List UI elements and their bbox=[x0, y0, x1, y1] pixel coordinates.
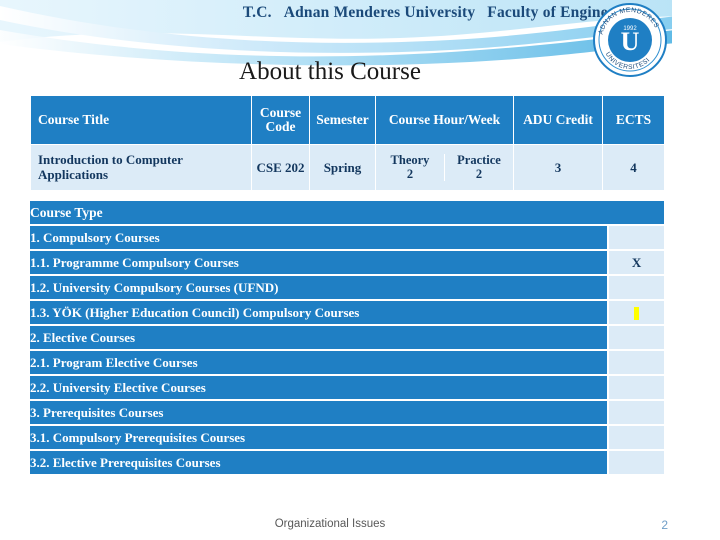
page-number: 2 bbox=[661, 518, 668, 532]
course-type-row: 1.1. Programme Compulsory Courses X bbox=[30, 251, 665, 274]
cell-course-code: CSE 202 bbox=[251, 144, 310, 191]
cell-theory: Theory 2 bbox=[376, 152, 445, 182]
course-type-row: 2.2. University Elective Courses bbox=[30, 376, 665, 399]
course-type-mark bbox=[607, 401, 665, 424]
course-type-table: Course Type 1. Compulsory Courses 1.1. Pr… bbox=[30, 199, 665, 476]
vertical-side-banner: T.C. Adnan Menderes University Faculty o… bbox=[672, 0, 720, 540]
course-type-row: 1.2. University Compulsory Courses (UFND… bbox=[30, 276, 665, 299]
course-type-label: 1.1. Programme Compulsory Courses bbox=[30, 251, 607, 274]
header-course-title: Course Title bbox=[30, 95, 252, 145]
course-type-row: 1. Compulsory Courses bbox=[30, 226, 665, 249]
course-type-row: 3.2. Elective Prerequisites Courses bbox=[30, 451, 665, 474]
banner-title-part-2: Adnan Menderes University bbox=[283, 4, 476, 21]
course-type-label: 2.2. University Elective Courses bbox=[30, 376, 607, 399]
cell-semester: Spring bbox=[309, 144, 376, 191]
header-course-hour-week: Course Hour/Week bbox=[375, 95, 514, 145]
course-type-row: 1.3. YÖK (Higher Education Council) Comp… bbox=[30, 301, 665, 324]
value-practice: 2 bbox=[475, 166, 483, 181]
course-type-label: 3. Prerequisites Courses bbox=[30, 401, 607, 424]
course-type-label: 2. Elective Courses bbox=[30, 326, 607, 349]
label-theory: Theory bbox=[390, 152, 430, 167]
course-type-mark bbox=[607, 351, 665, 374]
course-type-mark bbox=[607, 426, 665, 449]
footer-note: Organizational Issues bbox=[274, 518, 386, 530]
course-type-row: 2. Elective Courses bbox=[30, 326, 665, 349]
highlight-marker bbox=[634, 307, 639, 321]
course-type-label: 3.1. Compulsory Prerequisites Courses bbox=[30, 426, 607, 449]
course-type-label: 1.2. University Compulsory Courses (UFND… bbox=[30, 276, 607, 299]
course-type-section-row: Course Type bbox=[30, 201, 665, 224]
course-type-mark bbox=[607, 301, 665, 324]
table-row: Introduction to Computer Applications CS… bbox=[30, 144, 665, 191]
table-header-row: Course Title Course Code Semester Course… bbox=[30, 95, 665, 145]
course-type-mark bbox=[607, 226, 665, 249]
course-type-body: Course Type 1. Compulsory Courses 1.1. Pr… bbox=[30, 201, 665, 474]
course-type-mark bbox=[607, 451, 665, 474]
cell-practice: Practice 2 bbox=[445, 152, 513, 182]
header-semester: Semester bbox=[309, 95, 376, 145]
course-type-label: 3.2. Elective Prerequisites Courses bbox=[30, 451, 607, 474]
header-adu-credit: ADU Credit bbox=[513, 95, 603, 145]
label-practice: Practice bbox=[457, 152, 501, 167]
course-type-row: 3. Prerequisites Courses bbox=[30, 401, 665, 424]
course-type-mark: X bbox=[607, 251, 665, 274]
banner-title-part-1: T.C. bbox=[242, 4, 272, 21]
svg-text:1992: 1992 bbox=[623, 26, 637, 32]
course-type-mark bbox=[607, 276, 665, 299]
cell-adu-credit: 3 bbox=[513, 144, 603, 191]
course-type-row: 2.1. Program Elective Courses bbox=[30, 351, 665, 374]
cell-course-title: Introduction to Computer Applications bbox=[30, 144, 252, 191]
cell-ects: 4 bbox=[602, 144, 665, 191]
course-type-section-title: Course Type bbox=[30, 201, 665, 224]
course-type-mark bbox=[607, 376, 665, 399]
course-type-label: 2.1. Program Elective Courses bbox=[30, 351, 607, 374]
page-title: About this Course bbox=[239, 58, 421, 85]
course-type-row: 3.1. Compulsory Prerequisites Courses bbox=[30, 426, 665, 449]
course-type-mark bbox=[607, 326, 665, 349]
header-ects: ECTS bbox=[602, 95, 665, 145]
course-type-label: 1. Compulsory Courses bbox=[30, 226, 607, 249]
cell-course-hours: Theory 2 Practice 2 bbox=[375, 144, 514, 191]
header-course-code: Course Code bbox=[251, 95, 310, 145]
course-info-table: Course Title Course Code Semester Course… bbox=[30, 95, 665, 191]
value-theory: 2 bbox=[406, 166, 414, 181]
course-type-label: 1.3. YÖK (Higher Education Council) Comp… bbox=[30, 301, 607, 324]
